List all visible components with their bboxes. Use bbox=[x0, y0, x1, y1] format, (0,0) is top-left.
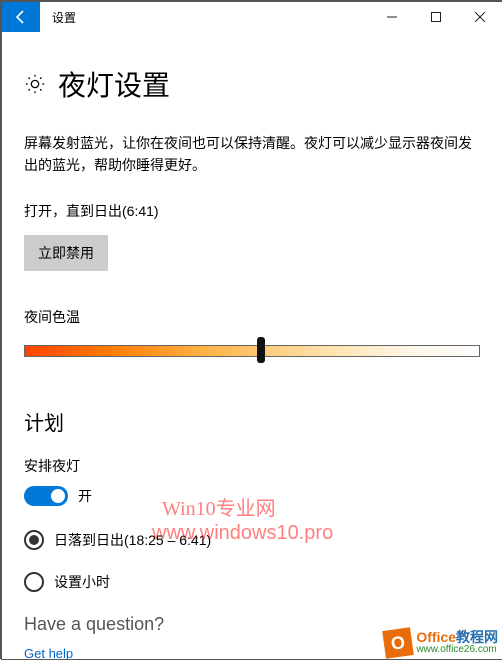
color-temp-label: 夜间色温 bbox=[24, 307, 480, 327]
radio-set-hours[interactable]: 设置小时 bbox=[24, 572, 480, 592]
radio-icon bbox=[24, 572, 44, 592]
schedule-label: 安排夜灯 bbox=[24, 456, 480, 476]
gear-icon bbox=[24, 73, 46, 95]
radio-sunset-to-sunrise[interactable]: 日落到日出(18:25 – 6:41) bbox=[24, 530, 480, 550]
schedule-toggle[interactable] bbox=[24, 486, 68, 506]
corner-badge-icon: O bbox=[383, 627, 415, 659]
page-heading: 夜灯设置 bbox=[58, 64, 170, 104]
disable-now-button[interactable]: 立即禁用 bbox=[24, 235, 108, 271]
corner-brand-url: www.office26.com bbox=[416, 645, 498, 656]
minimize-button[interactable] bbox=[370, 2, 414, 32]
slider-thumb[interactable] bbox=[257, 337, 265, 363]
radio-label: 日落到日出(18:25 – 6:41) bbox=[54, 530, 211, 550]
toggle-state-label: 开 bbox=[78, 486, 92, 506]
maximize-button[interactable] bbox=[414, 2, 458, 32]
get-help-link[interactable]: Get help bbox=[24, 646, 73, 660]
titlebar: 设置 bbox=[2, 2, 502, 32]
radio-label: 设置小时 bbox=[54, 572, 110, 592]
color-temp-slider[interactable] bbox=[24, 337, 480, 363]
slider-track bbox=[24, 345, 480, 357]
corner-branding: O Office教程网 www.office26.com bbox=[384, 629, 498, 657]
description-text: 屏幕发射蓝光，让你在夜间也可以保持清醒。夜灯可以减少显示器夜间发出的蓝光，帮助你… bbox=[24, 132, 480, 177]
radio-icon bbox=[24, 530, 44, 550]
back-button[interactable] bbox=[2, 2, 40, 32]
toggle-knob bbox=[51, 489, 65, 503]
window-title: 设置 bbox=[40, 2, 88, 32]
close-button[interactable] bbox=[458, 2, 502, 32]
status-text: 打开，直到日出(6:41) bbox=[24, 201, 480, 221]
schedule-heading: 计划 bbox=[24, 407, 480, 436]
corner-brand-line1: Office教程网 bbox=[416, 630, 498, 645]
content-area: 夜灯设置 屏幕发射蓝光，让你在夜间也可以保持清醒。夜灯可以减少显示器夜间发出的蓝… bbox=[2, 32, 502, 660]
